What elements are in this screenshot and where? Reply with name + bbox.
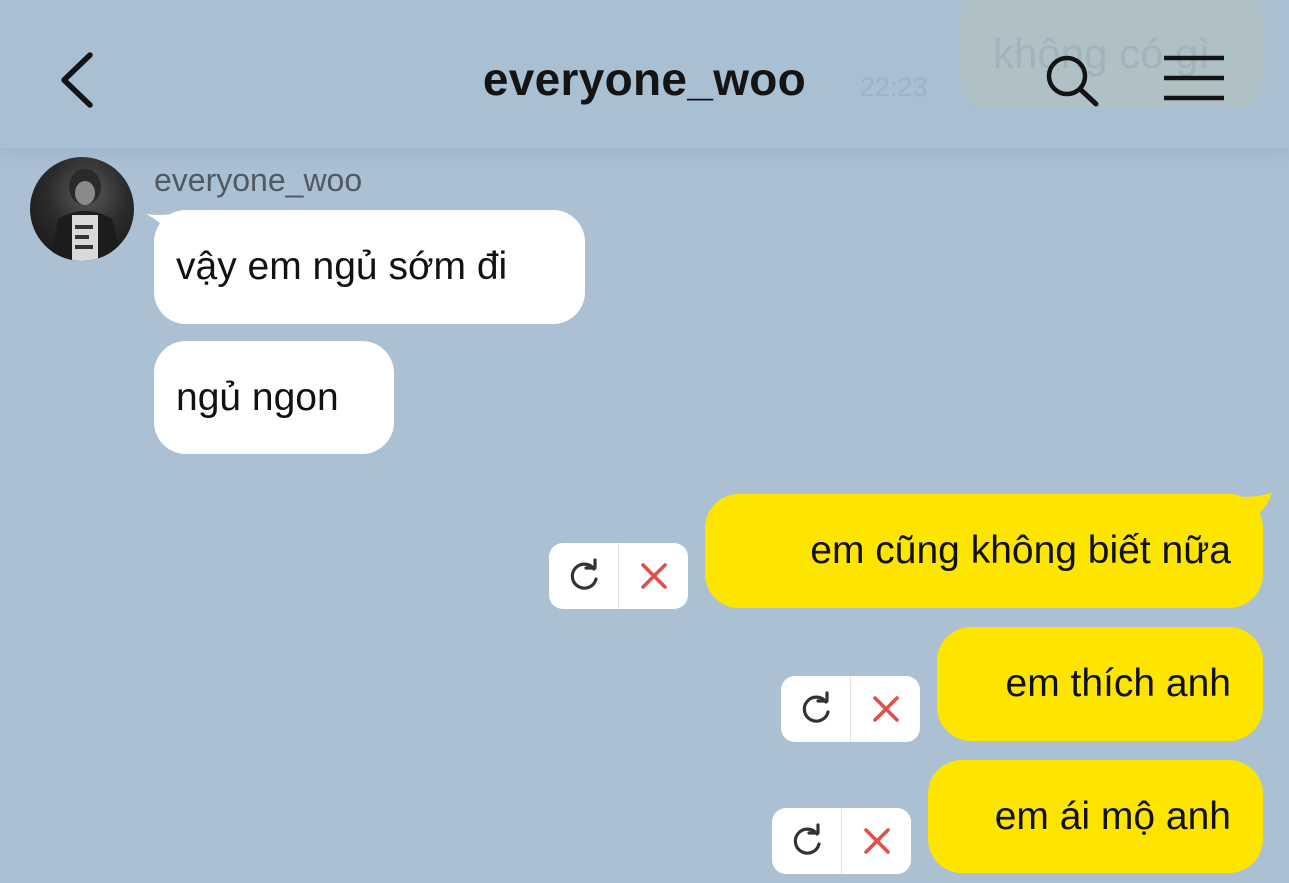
incoming-message-bubble[interactable]: vậy em ngủ sớm đi [154,210,585,324]
delete-button[interactable] [619,543,688,609]
retry-icon [793,823,821,855]
sender-name: everyone_woo [154,162,363,198]
search-button[interactable] [1040,50,1106,112]
failed-message-actions [549,543,688,609]
retry-button[interactable] [549,543,618,609]
message-text: em cũng không biết nữa [810,529,1231,572]
close-icon [640,563,667,589]
menu-button[interactable] [1158,50,1230,110]
chat-screen: không có gì 22:23 everyone_woo everyone_… [0,0,1289,883]
avatar[interactable] [30,157,134,261]
outgoing-message-bubble[interactable]: em thích anh [937,627,1263,741]
chat-header: không có gì 22:23 everyone_woo [0,0,1289,148]
delete-button[interactable] [842,808,911,874]
message-text: em thích anh [1005,662,1231,705]
close-icon [872,696,899,722]
retry-icon [570,558,598,590]
avatar-image [50,169,122,261]
outgoing-message-bubble[interactable]: em cũng không biết nữa [705,494,1263,608]
outgoing-message-bubble[interactable]: em ái mộ anh [928,760,1263,873]
failed-message-actions [772,808,911,874]
message-text: em ái mộ anh [994,794,1231,838]
retry-icon [802,691,830,723]
message-text: vậy em ngủ sớm đi [176,245,508,288]
retry-button[interactable] [772,808,841,874]
incoming-message-bubble[interactable]: ngủ ngon [154,341,394,454]
close-icon [863,828,890,854]
search-icon [1046,55,1099,107]
retry-button[interactable] [781,676,850,742]
delete-button[interactable] [851,676,920,742]
message-text: ngủ ngon [176,375,339,419]
hamburger-menu-icon [1164,55,1224,101]
failed-message-actions [781,676,920,742]
